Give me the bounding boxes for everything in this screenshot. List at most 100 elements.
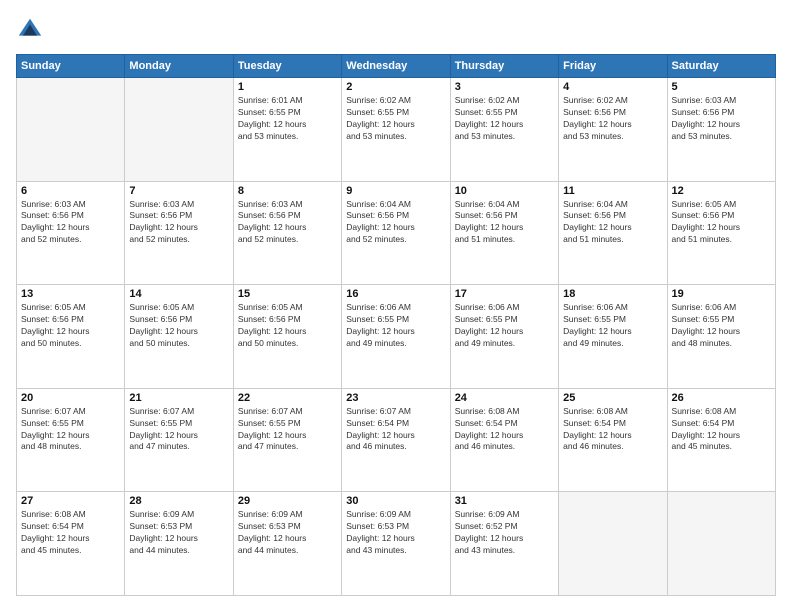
calendar-cell: 11Sunrise: 6:04 AM Sunset: 6:56 PM Dayli… [559, 181, 667, 285]
calendar-table: SundayMondayTuesdayWednesdayThursdayFrid… [16, 54, 776, 596]
day-number: 28 [129, 495, 228, 507]
calendar-cell: 4 Sunrise: 6:02 AM Sunset: 6:56 PM Daylig… [559, 78, 667, 182]
day-number: 1 [238, 81, 337, 93]
calendar-cell: 20 Sunrise: 6:07 AM Sunset: 6:55 PM Dayli… [17, 388, 125, 492]
calendar-cell: 21Sunrise: 6:07 AM Sunset: 6:55 PM Dayli… [125, 388, 233, 492]
cell-info: Sunrise: 6:02 AM Sunset: 6:56 PM Dayligh… [563, 95, 662, 143]
cell-info: Sunrise: 6:06 AM Sunset: 6:55 PM Dayligh… [563, 302, 662, 350]
calendar-cell: 31 Sunrise: 6:09 AM Sunset: 6:52 PM Dayli… [450, 492, 558, 596]
cell-info: Sunrise: 6:01 AM Sunset: 6:55 PM Dayligh… [238, 95, 337, 143]
cell-info: Sunrise: 6:07 AM Sunset: 6:54 PM Dayligh… [346, 406, 445, 454]
day-number: 4 [563, 81, 662, 93]
cell-info: Sunrise: 6:03 AM Sunset: 6:56 PM Dayligh… [129, 199, 228, 247]
cell-info: Sunrise: 6:05 AM Sunset: 6:56 PM Dayligh… [672, 199, 771, 247]
day-number: 22 [238, 392, 337, 404]
calendar-cell: 1 Sunrise: 6:01 AM Sunset: 6:55 PM Daylig… [233, 78, 341, 182]
day-number: 17 [455, 288, 554, 300]
calendar-cell: 19 Sunrise: 6:06 AM Sunset: 6:55 PM Dayli… [667, 285, 775, 389]
cell-info: Sunrise: 6:09 AM Sunset: 6:53 PM Dayligh… [346, 509, 445, 557]
day-number: 12 [672, 185, 771, 197]
logo-icon [16, 16, 44, 44]
calendar-header-friday: Friday [559, 55, 667, 78]
cell-info: Sunrise: 6:05 AM Sunset: 6:56 PM Dayligh… [238, 302, 337, 350]
calendar-cell [559, 492, 667, 596]
cell-info: Sunrise: 6:07 AM Sunset: 6:55 PM Dayligh… [129, 406, 228, 454]
day-number: 19 [672, 288, 771, 300]
day-number: 25 [563, 392, 662, 404]
calendar-cell [667, 492, 775, 596]
day-number: 31 [455, 495, 554, 507]
calendar-cell: 15 Sunrise: 6:05 AM Sunset: 6:56 PM Dayli… [233, 285, 341, 389]
day-number: 23 [346, 392, 445, 404]
calendar-header-row: SundayMondayTuesdayWednesdayThursdayFrid… [17, 55, 776, 78]
logo [16, 16, 46, 44]
calendar-week-3: 20 Sunrise: 6:07 AM Sunset: 6:55 PM Dayli… [17, 388, 776, 492]
calendar-cell: 28 Sunrise: 6:09 AM Sunset: 6:53 PM Dayli… [125, 492, 233, 596]
calendar-cell: 2Sunrise: 6:02 AM Sunset: 6:55 PM Daylig… [342, 78, 450, 182]
day-number: 14 [129, 288, 228, 300]
calendar-cell: 16 Sunrise: 6:06 AM Sunset: 6:55 PM Dayli… [342, 285, 450, 389]
cell-info: Sunrise: 6:08 AM Sunset: 6:54 PM Dayligh… [672, 406, 771, 454]
calendar-cell: 12 Sunrise: 6:05 AM Sunset: 6:56 PM Dayli… [667, 181, 775, 285]
cell-info: Sunrise: 6:03 AM Sunset: 6:56 PM Dayligh… [672, 95, 771, 143]
day-number: 26 [672, 392, 771, 404]
calendar-cell: 5 Sunrise: 6:03 AM Sunset: 6:56 PM Daylig… [667, 78, 775, 182]
day-number: 10 [455, 185, 554, 197]
calendar-header-tuesday: Tuesday [233, 55, 341, 78]
day-number: 13 [21, 288, 120, 300]
calendar-cell: 29 Sunrise: 6:09 AM Sunset: 6:53 PM Dayli… [233, 492, 341, 596]
cell-info: Sunrise: 6:06 AM Sunset: 6:55 PM Dayligh… [455, 302, 554, 350]
calendar-week-1: 6 Sunrise: 6:03 AM Sunset: 6:56 PM Daylig… [17, 181, 776, 285]
cell-info: Sunrise: 6:07 AM Sunset: 6:55 PM Dayligh… [21, 406, 120, 454]
cell-info: Sunrise: 6:06 AM Sunset: 6:55 PM Dayligh… [672, 302, 771, 350]
calendar-cell: 6 Sunrise: 6:03 AM Sunset: 6:56 PM Daylig… [17, 181, 125, 285]
cell-info: Sunrise: 6:08 AM Sunset: 6:54 PM Dayligh… [563, 406, 662, 454]
calendar-cell [125, 78, 233, 182]
day-number: 9 [346, 185, 445, 197]
calendar-cell: 17 Sunrise: 6:06 AM Sunset: 6:55 PM Dayli… [450, 285, 558, 389]
calendar-cell [17, 78, 125, 182]
calendar-cell: 7 Sunrise: 6:03 AM Sunset: 6:56 PM Daylig… [125, 181, 233, 285]
header [16, 16, 776, 44]
day-number: 3 [455, 81, 554, 93]
page: SundayMondayTuesdayWednesdayThursdayFrid… [0, 0, 792, 612]
calendar-cell: 10Sunrise: 6:04 AM Sunset: 6:56 PM Dayli… [450, 181, 558, 285]
cell-info: Sunrise: 6:03 AM Sunset: 6:56 PM Dayligh… [238, 199, 337, 247]
cell-info: Sunrise: 6:09 AM Sunset: 6:52 PM Dayligh… [455, 509, 554, 557]
calendar-cell: 22 Sunrise: 6:07 AM Sunset: 6:55 PM Dayli… [233, 388, 341, 492]
cell-info: Sunrise: 6:07 AM Sunset: 6:55 PM Dayligh… [238, 406, 337, 454]
calendar-cell: 9 Sunrise: 6:04 AM Sunset: 6:56 PM Daylig… [342, 181, 450, 285]
day-number: 24 [455, 392, 554, 404]
calendar-cell: 27Sunrise: 6:08 AM Sunset: 6:54 PM Dayli… [17, 492, 125, 596]
day-number: 29 [238, 495, 337, 507]
calendar-cell: 25 Sunrise: 6:08 AM Sunset: 6:54 PM Dayli… [559, 388, 667, 492]
cell-info: Sunrise: 6:02 AM Sunset: 6:55 PM Dayligh… [455, 95, 554, 143]
calendar-week-2: 13 Sunrise: 6:05 AM Sunset: 6:56 PM Dayli… [17, 285, 776, 389]
cell-info: Sunrise: 6:08 AM Sunset: 6:54 PM Dayligh… [455, 406, 554, 454]
day-number: 16 [346, 288, 445, 300]
calendar-header-thursday: Thursday [450, 55, 558, 78]
calendar-cell: 8 Sunrise: 6:03 AM Sunset: 6:56 PM Daylig… [233, 181, 341, 285]
cell-info: Sunrise: 6:09 AM Sunset: 6:53 PM Dayligh… [129, 509, 228, 557]
day-number: 30 [346, 495, 445, 507]
cell-info: Sunrise: 6:02 AM Sunset: 6:55 PM Dayligh… [346, 95, 445, 143]
cell-info: Sunrise: 6:03 AM Sunset: 6:56 PM Dayligh… [21, 199, 120, 247]
day-number: 11 [563, 185, 662, 197]
calendar-cell: 18 Sunrise: 6:06 AM Sunset: 6:55 PM Dayli… [559, 285, 667, 389]
day-number: 20 [21, 392, 120, 404]
calendar-cell: 24 Sunrise: 6:08 AM Sunset: 6:54 PM Dayli… [450, 388, 558, 492]
day-number: 7 [129, 185, 228, 197]
calendar-cell: 3 Sunrise: 6:02 AM Sunset: 6:55 PM Daylig… [450, 78, 558, 182]
calendar-week-4: 27Sunrise: 6:08 AM Sunset: 6:54 PM Dayli… [17, 492, 776, 596]
cell-info: Sunrise: 6:04 AM Sunset: 6:56 PM Dayligh… [346, 199, 445, 247]
day-number: 15 [238, 288, 337, 300]
day-number: 6 [21, 185, 120, 197]
cell-info: Sunrise: 6:05 AM Sunset: 6:56 PM Dayligh… [21, 302, 120, 350]
calendar-cell: 14Sunrise: 6:05 AM Sunset: 6:56 PM Dayli… [125, 285, 233, 389]
day-number: 8 [238, 185, 337, 197]
cell-info: Sunrise: 6:09 AM Sunset: 6:53 PM Dayligh… [238, 509, 337, 557]
calendar-cell: 23 Sunrise: 6:07 AM Sunset: 6:54 PM Dayli… [342, 388, 450, 492]
day-number: 5 [672, 81, 771, 93]
day-number: 18 [563, 288, 662, 300]
cell-info: Sunrise: 6:06 AM Sunset: 6:55 PM Dayligh… [346, 302, 445, 350]
